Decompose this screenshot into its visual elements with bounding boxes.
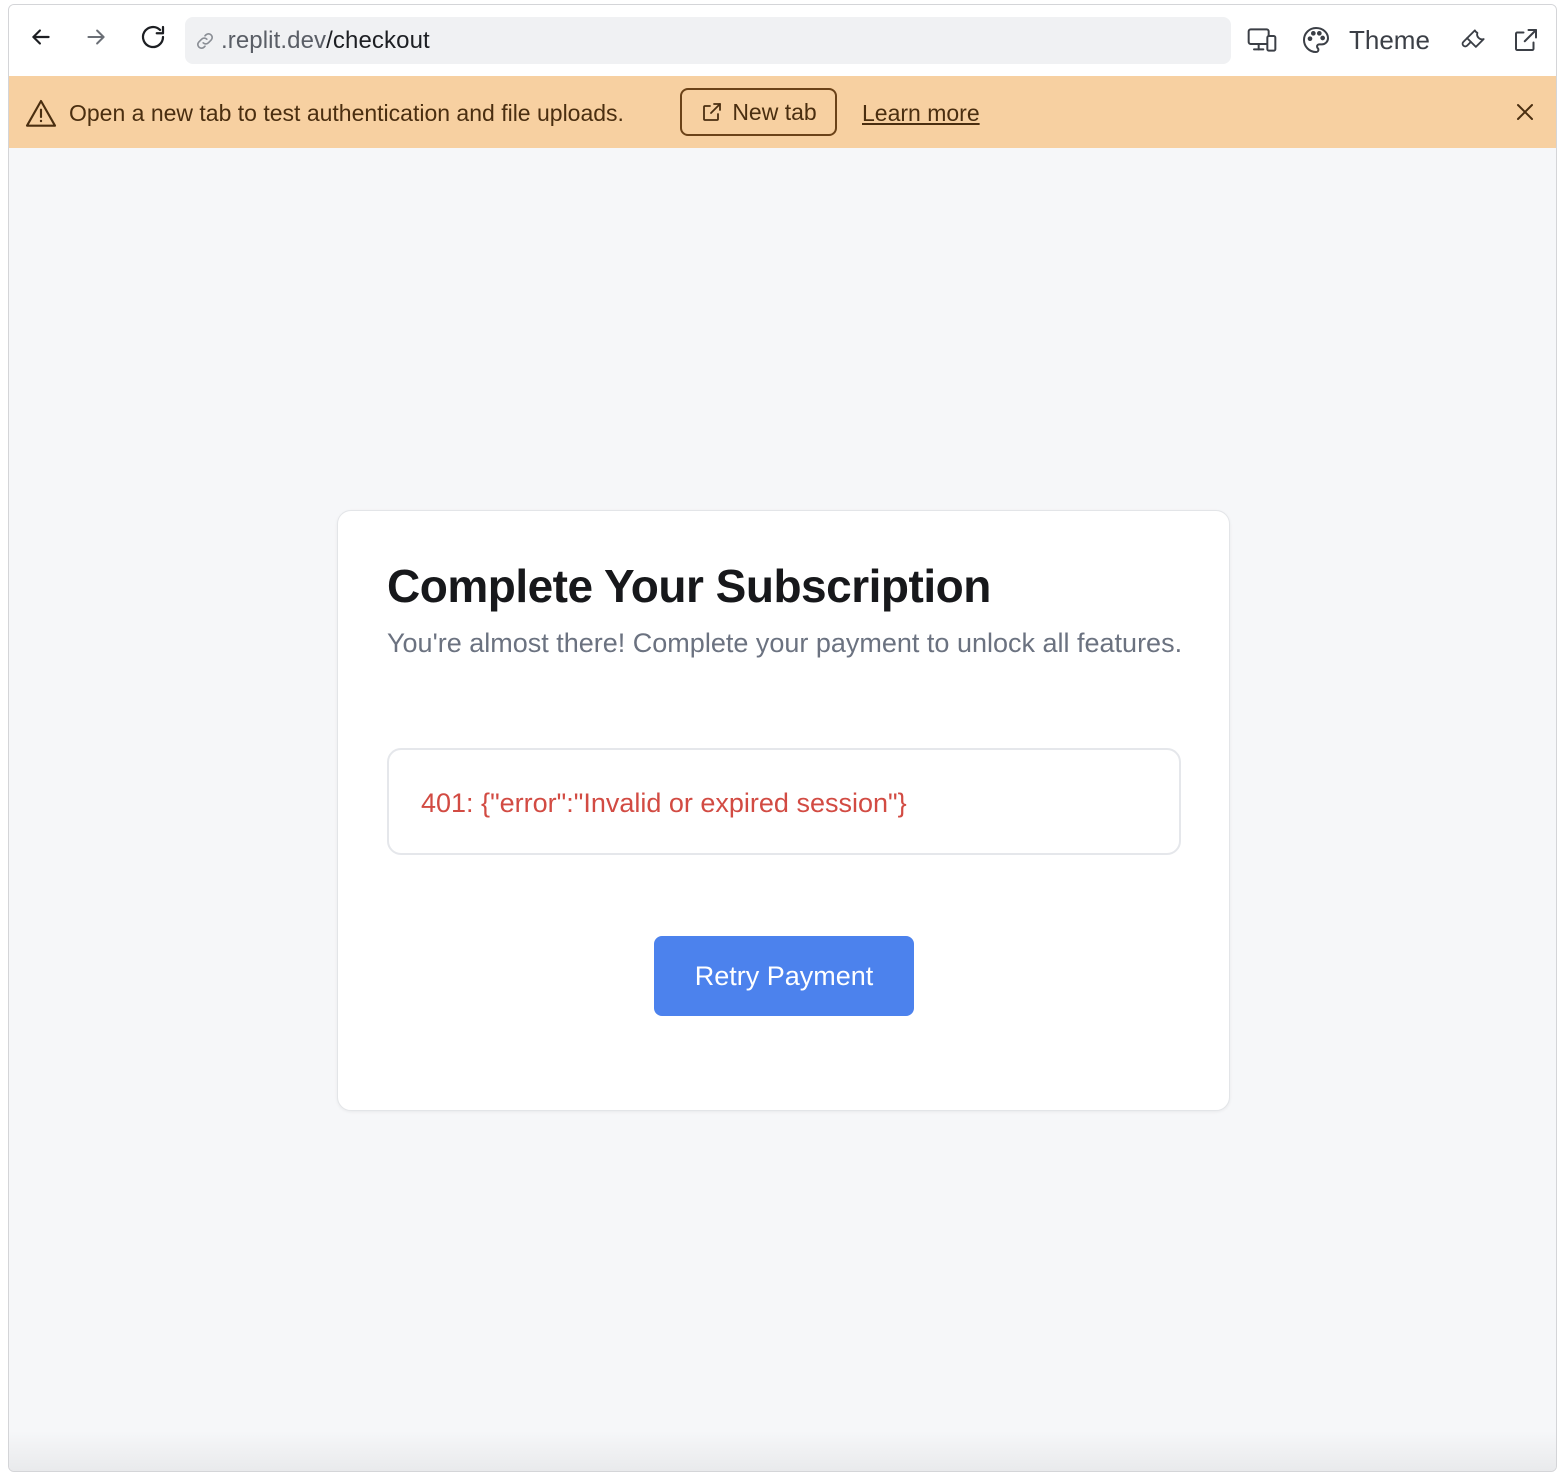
palette-icon[interactable] <box>1299 23 1333 57</box>
browser-toolbar: .replit.dev/checkout Theme <box>9 5 1556 76</box>
external-link-icon[interactable] <box>1509 23 1543 57</box>
warning-banner: Open a new tab to test authentication an… <box>9 76 1556 148</box>
bottom-shadow <box>9 1431 1556 1471</box>
url-path: /checkout <box>326 26 430 54</box>
banner-message: Open a new tab to test authentication an… <box>69 100 624 126</box>
new-tab-label: New tab <box>732 98 817 125</box>
browser-frame: .replit.dev/checkout Theme Open a new ta… <box>8 4 1557 1472</box>
error-message: 401: {"error":"Invalid or expired sessio… <box>421 788 907 818</box>
subscription-card: Complete Your Subscription You're almost… <box>337 510 1230 1111</box>
wrench-icon[interactable] <box>1457 23 1491 57</box>
url-text: .replit.dev/checkout <box>221 27 430 55</box>
page-subtitle: You're almost there! Complete your payme… <box>387 628 1183 658</box>
back-arrow-icon[interactable] <box>23 19 59 55</box>
new-tab-button[interactable]: New tab <box>680 88 837 136</box>
warning-icon <box>25 98 57 128</box>
url-domain: .replit.dev <box>221 26 327 54</box>
address-bar[interactable]: .replit.dev/checkout <box>185 17 1231 64</box>
reload-icon[interactable] <box>135 19 171 55</box>
learn-more-link[interactable]: Learn more <box>862 98 980 128</box>
retry-payment-button[interactable]: Retry Payment <box>654 936 914 1016</box>
close-icon[interactable] <box>1511 98 1539 126</box>
theme-button-label[interactable]: Theme <box>1349 23 1430 57</box>
page-title: Complete Your Subscription <box>387 560 991 612</box>
link-icon <box>193 29 217 53</box>
error-alert: 401: {"error":"Invalid or expired sessio… <box>387 748 1181 855</box>
devices-icon[interactable] <box>1245 23 1279 57</box>
external-link-icon <box>700 100 724 124</box>
forward-arrow-icon[interactable] <box>78 19 114 55</box>
